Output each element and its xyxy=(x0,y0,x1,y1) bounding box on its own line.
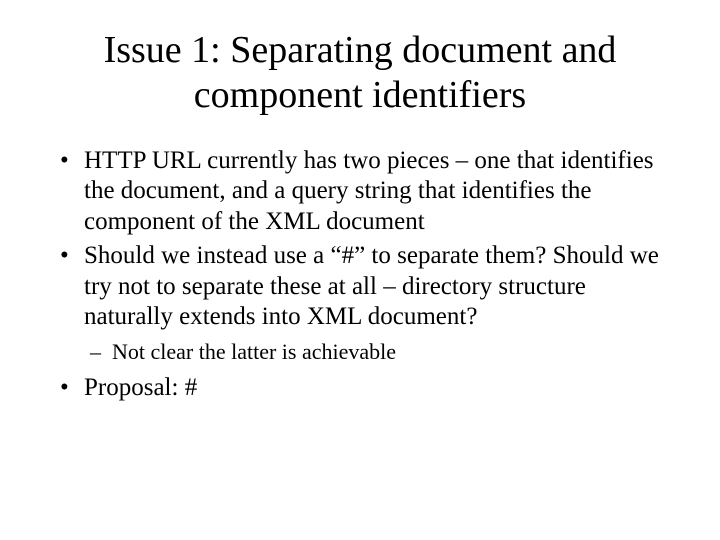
sub-bullet-item: Not clear the latter is achievable xyxy=(84,339,666,366)
sub-bullet-text: Not clear the latter is achievable xyxy=(112,339,396,364)
bullet-item: Should we instead use a “#” to separate … xyxy=(54,241,666,365)
slide-title: Issue 1: Separating document and compone… xyxy=(50,28,670,118)
bullet-item: Proposal: # xyxy=(54,373,666,404)
sub-bullet-list: Not clear the latter is achievable xyxy=(84,339,666,366)
slide: Issue 1: Separating document and compone… xyxy=(0,0,720,540)
bullet-text: HTTP URL currently has two pieces – one … xyxy=(84,147,654,235)
bullet-item: HTTP URL currently has two pieces – one … xyxy=(54,146,666,238)
bullet-text: Should we instead use a “#” to separate … xyxy=(84,242,659,330)
bullet-text: Proposal: # xyxy=(84,374,197,401)
bullet-list: HTTP URL currently has two pieces – one … xyxy=(54,146,666,404)
